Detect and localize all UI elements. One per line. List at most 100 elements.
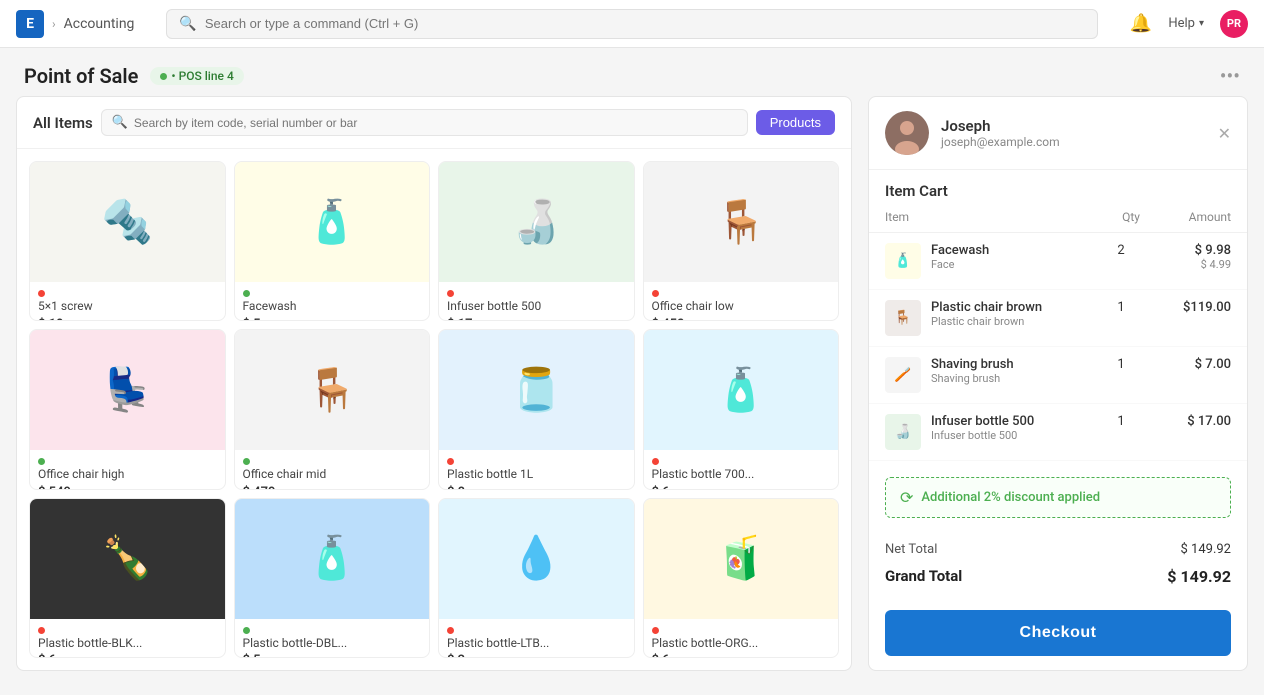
product-status-dot	[243, 290, 250, 297]
cart-item-subname: Plastic chair brown	[931, 315, 1091, 328]
col-header-item: Item	[885, 210, 1111, 224]
cart-totals: Net Total $ 149.92 Grand Total $ 149.92	[869, 528, 1247, 602]
cart-item-subname: Infuser bottle 500	[931, 429, 1091, 442]
product-price: $ 17	[447, 317, 626, 322]
product-status	[243, 458, 422, 465]
product-name: Office chair high	[38, 467, 217, 483]
col-header-amount: Amount	[1151, 210, 1231, 224]
product-status	[652, 458, 831, 465]
product-status-dot	[447, 290, 454, 297]
cart-item-amount: $ 9.98 $ 4.99	[1151, 243, 1231, 271]
product-card[interactable]: 🧃 Plastic bottle-ORG... $ 6	[643, 498, 840, 658]
cart-item-price: $ 7.00	[1151, 357, 1231, 372]
product-browser-header: All Items 🔍 Products	[17, 97, 851, 149]
product-image: 🧃	[644, 499, 839, 619]
product-name: Plastic bottle 1L	[447, 467, 626, 483]
product-info: Plastic bottle 1L $ 8	[439, 450, 634, 489]
customer-info: Joseph joseph@example.com	[941, 117, 1206, 149]
product-name: Office chair mid	[243, 467, 422, 483]
product-card[interactable]: 🧴 Plastic bottle-DBL... $ 5	[234, 498, 431, 658]
notification-bell-icon[interactable]: 🔔	[1130, 13, 1152, 34]
product-status-dot	[652, 627, 659, 634]
cart-item-qty: 1	[1101, 357, 1141, 372]
product-image: 🪑	[235, 330, 430, 450]
cart-item[interactable]: 🍶 Infuser bottle 500 Infuser bottle 500 …	[869, 404, 1247, 461]
cart-item-qty: 1	[1101, 414, 1141, 429]
cart-item[interactable]: 🪥 Shaving brush Shaving brush 1 $ 7.00	[869, 347, 1247, 404]
product-card[interactable]: 🍾 Plastic bottle-BLK... $ 6	[29, 498, 226, 658]
product-image: 🧴	[235, 162, 430, 282]
cart-item-amount: $119.00	[1151, 300, 1231, 315]
product-name: Office chair low	[652, 299, 831, 315]
product-status	[38, 627, 217, 634]
product-status-dot	[38, 290, 45, 297]
product-image: 🧴	[235, 499, 430, 619]
cart-item-name: Shaving brush	[931, 357, 1091, 372]
product-price: $ 3	[447, 653, 626, 658]
user-avatar[interactable]: PR	[1220, 10, 1248, 38]
product-price: $ 6	[652, 653, 831, 658]
product-price: $ 6	[652, 485, 831, 490]
product-search-bar[interactable]: 🔍	[101, 109, 748, 136]
product-card[interactable]: 🧴 Plastic bottle 700... $ 6	[643, 329, 840, 489]
product-name: Plastic bottle 700...	[652, 467, 831, 483]
product-info: Plastic bottle-BLK... $ 6	[30, 619, 225, 658]
cart-item[interactable]: 🪑 Plastic chair brown Plastic chair brow…	[869, 290, 1247, 347]
breadcrumb[interactable]: Accounting	[64, 16, 135, 32]
cart-item-name: Infuser bottle 500	[931, 414, 1091, 429]
grand-total-value: $ 149.92	[1167, 567, 1231, 586]
product-status-dot	[38, 458, 45, 465]
product-price: $ 549	[38, 485, 217, 490]
filter-products-button[interactable]: Products	[756, 110, 835, 135]
discount-icon: ⟳	[900, 488, 913, 507]
product-card[interactable]: 🔩 5×1 screw $ 19	[29, 161, 226, 321]
breadcrumb-chevron: ›	[52, 17, 56, 31]
product-browser-panel: All Items 🔍 Products 🔩 5×1 screw $ 19 🧴	[16, 96, 852, 671]
cart-item-details: Shaving brush Shaving brush	[931, 357, 1091, 385]
search-input[interactable]	[205, 16, 1085, 31]
product-price: $ 450	[652, 317, 831, 322]
product-status-dot	[652, 290, 659, 297]
cart-item-price: $ 17.00	[1151, 414, 1231, 429]
product-card[interactable]: 🫙 Plastic bottle 1L $ 8	[438, 329, 635, 489]
product-price: $ 479	[243, 485, 422, 490]
net-total-value: $ 149.92	[1181, 542, 1232, 557]
product-name: Plastic bottle-LTB...	[447, 636, 626, 652]
search-icon: 🔍	[179, 16, 196, 32]
customer-email: joseph@example.com	[941, 135, 1206, 149]
product-status-dot	[243, 627, 250, 634]
cart-column-headers: Item Qty Amount	[869, 206, 1247, 233]
product-status	[38, 458, 217, 465]
global-search-bar[interactable]: 🔍	[166, 9, 1097, 39]
app-logo[interactable]: E	[16, 10, 44, 38]
product-card[interactable]: 🪑 Office chair low $ 450	[643, 161, 840, 321]
product-name: Plastic bottle-ORG...	[652, 636, 831, 652]
product-image: 💺	[30, 330, 225, 450]
product-info: Plastic bottle-DBL... $ 5	[235, 619, 430, 658]
net-total-label: Net Total	[885, 542, 937, 557]
cart-item-name: Facewash	[931, 243, 1091, 258]
more-options-button[interactable]: •••	[1220, 64, 1240, 88]
help-menu[interactable]: Help ▾	[1168, 16, 1204, 31]
cart-item[interactable]: 🧴 Facewash Face 2 $ 9.98 $ 4.99	[869, 233, 1247, 290]
product-card[interactable]: 🧴 Facewash $ 5	[234, 161, 431, 321]
cart-item-thumbnail: 🍶	[885, 414, 921, 450]
cart-item-details: Infuser bottle 500 Infuser bottle 500	[931, 414, 1091, 442]
product-info: Facewash $ 5	[235, 282, 430, 321]
checkout-button[interactable]: Checkout	[885, 610, 1231, 656]
customer-section: Joseph joseph@example.com ✕	[869, 97, 1247, 170]
product-card[interactable]: 💧 Plastic bottle-LTB... $ 3	[438, 498, 635, 658]
cart-item-subname: Shaving brush	[931, 372, 1091, 385]
product-name: Plastic bottle-DBL...	[243, 636, 422, 652]
cart-container: Joseph joseph@example.com ✕ Item Cart It…	[868, 96, 1248, 671]
product-card[interactable]: 💺 Office chair high $ 549	[29, 329, 226, 489]
product-card[interactable]: 🍶 Infuser bottle 500 $ 17	[438, 161, 635, 321]
close-customer-button[interactable]: ✕	[1218, 124, 1231, 143]
product-price: $ 8	[447, 485, 626, 490]
cart-item-qty: 2	[1101, 243, 1141, 258]
product-card[interactable]: 🪑 Office chair mid $ 479	[234, 329, 431, 489]
product-image: 🍶	[439, 162, 634, 282]
product-search-input[interactable]	[134, 116, 737, 130]
product-status	[38, 290, 217, 297]
help-label: Help	[1168, 16, 1195, 31]
